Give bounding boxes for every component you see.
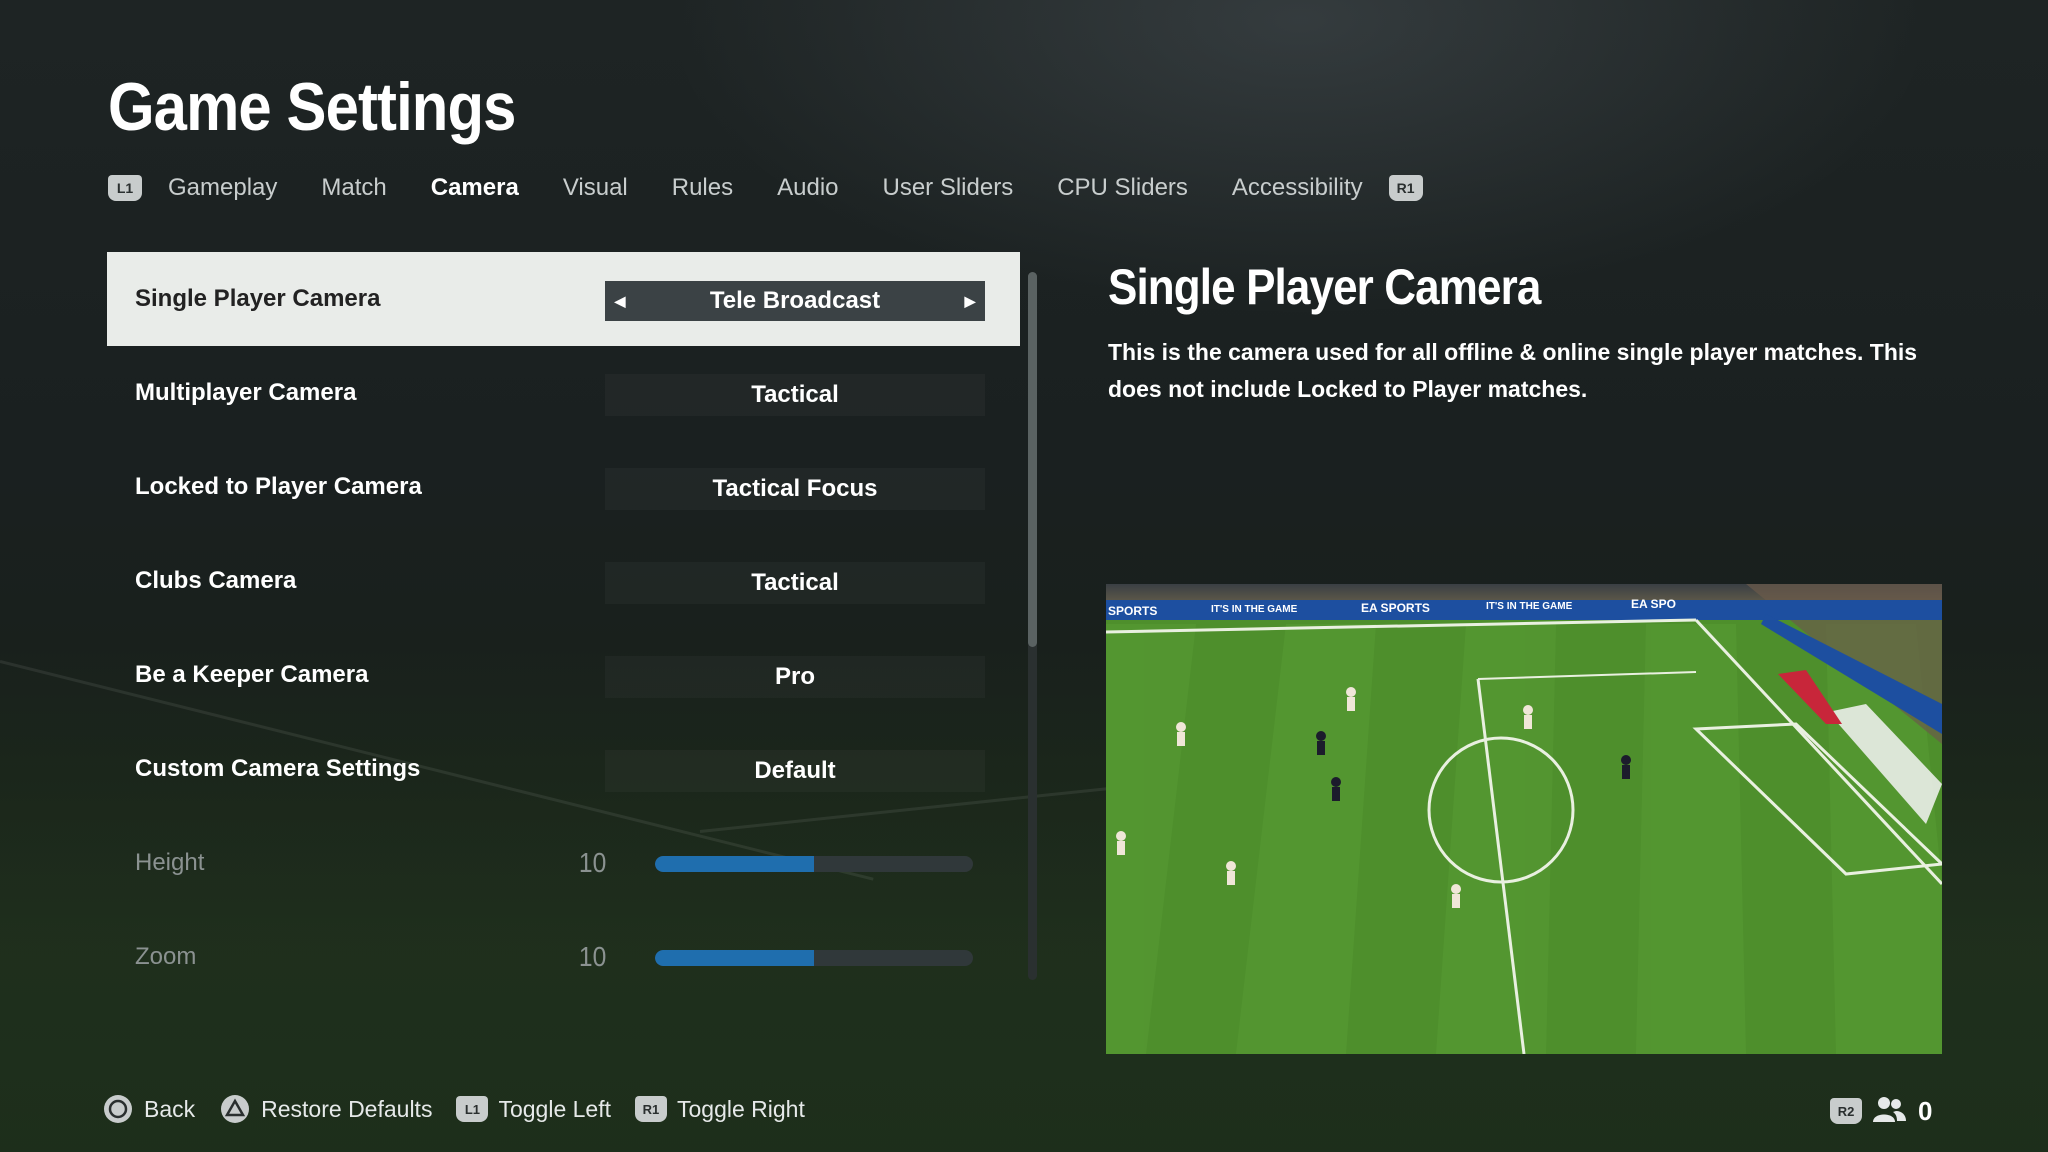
slider-zoom[interactable]: Zoom 10 <box>107 910 1020 1004</box>
tab-rules[interactable]: Rules <box>672 174 733 202</box>
back-button[interactable]: Back <box>102 1093 195 1125</box>
toggle-left-label: Toggle Left <box>498 1095 611 1122</box>
detail-description: This is the camera used for all offline … <box>1108 339 1918 402</box>
restore-defaults-label: Restore Defaults <box>261 1095 433 1122</box>
r2-button-icon[interactable]: R2 <box>1830 1098 1862 1124</box>
setting-label: Clubs Camera <box>135 567 297 594</box>
toggle-right-label: Toggle Right <box>676 1095 805 1122</box>
tab-gameplay[interactable]: Gameplay <box>168 174 277 202</box>
tab-accessibility[interactable]: Accessibility <box>1232 174 1363 202</box>
tab-cpu-sliders[interactable]: CPU Sliders <box>1057 174 1188 202</box>
setting-label: Multiplayer Camera <box>135 379 357 406</box>
r1-button-icon: R1 <box>634 1096 667 1122</box>
setting-label: Locked to Player Camera <box>135 473 422 500</box>
setting-be-a-keeper-camera[interactable]: Be a Keeper Camera Pro <box>107 628 1020 722</box>
restore-defaults-button[interactable]: Restore Defaults <box>219 1093 432 1125</box>
setting-label: Custom Camera Settings <box>135 755 421 782</box>
arrow-left-icon[interactable]: ◀ <box>605 281 635 321</box>
setting-value[interactable]: Tactical Focus <box>605 468 985 510</box>
slider-value: 10 <box>578 847 607 878</box>
setting-value[interactable]: Tactical <box>605 562 985 604</box>
triangle-button-icon <box>219 1093 251 1125</box>
circle-button-icon <box>102 1093 134 1125</box>
toggle-left-button[interactable]: L1 Toggle Left <box>456 1096 611 1123</box>
l1-bumper-icon[interactable]: L1 <box>108 175 142 201</box>
setting-value[interactable]: Pro <box>605 656 985 698</box>
setting-value-selector[interactable]: ◀ Tele Broadcast ▶ <box>605 281 985 321</box>
slider-track[interactable] <box>655 950 973 966</box>
setting-multiplayer-camera[interactable]: Multiplayer Camera Tactical <box>107 346 1020 440</box>
setting-value[interactable]: Tactical <box>605 374 985 416</box>
adboard-text: EA SPO <box>1631 597 1676 611</box>
setting-value: Tele Broadcast <box>709 287 881 314</box>
slider-label: Zoom <box>135 943 197 970</box>
adboard-text: SPORTS <box>1108 604 1157 618</box>
player-count: 0 <box>1918 1095 1933 1126</box>
slider-track[interactable] <box>655 856 973 872</box>
tab-audio[interactable]: Audio <box>777 174 838 202</box>
scrollbar[interactable] <box>1028 272 1037 980</box>
adboard-text: IT'S IN THE GAME <box>1486 601 1573 612</box>
player-count-indicator: R2 0 <box>1830 1092 1932 1130</box>
scrollbar-thumb[interactable] <box>1028 272 1037 648</box>
setting-single-player-camera[interactable]: Single Player Camera ◀ Tele Broadcast ▶ <box>107 252 1020 346</box>
tab-visual[interactable]: Visual <box>563 174 628 202</box>
tab-user-sliders[interactable]: User Sliders <box>883 174 1014 202</box>
page-title: Game Settings <box>108 69 516 145</box>
setting-label: Be a Keeper Camera <box>135 661 369 688</box>
slider-height[interactable]: Height 10 <box>107 816 1020 910</box>
toggle-right-button[interactable]: R1 Toggle Right <box>634 1095 805 1123</box>
adboard-text: EA SPORTS <box>1361 601 1430 615</box>
tab-camera[interactable]: Camera <box>431 174 519 202</box>
camera-preview-image: SPORTS IT'S IN THE GAME EA SPORTS IT'S I… <box>1106 584 1942 1054</box>
setting-clubs-camera[interactable]: Clubs Camera Tactical <box>107 534 1020 628</box>
setting-value[interactable]: Default <box>605 750 985 792</box>
slider-label: Height <box>135 849 205 876</box>
settings-list: Single Player Camera ◀ Tele Broadcast ▶ … <box>107 252 1020 1004</box>
slider-fill <box>655 856 814 872</box>
players-icon <box>1872 1095 1906 1128</box>
setting-locked-to-player-camera[interactable]: Locked to Player Camera Tactical Focus <box>107 440 1020 534</box>
footer-controls: Back Restore Defaults L1 Toggle Left R1 … <box>102 1090 829 1128</box>
detail-title: Single Player Camera <box>1108 259 1541 315</box>
slider-value: 10 <box>578 941 607 972</box>
arrow-right-icon[interactable]: ▶ <box>955 281 985 321</box>
r1-bumper-icon[interactable]: R1 <box>1388 175 1423 201</box>
adboard-text: IT'S IN THE GAME <box>1211 604 1298 615</box>
tab-bar: L1 Gameplay Match Camera Visual Rules Au… <box>108 168 1423 208</box>
l1-button-icon: L1 <box>456 1096 489 1122</box>
back-label: Back <box>144 1095 196 1122</box>
tab-match[interactable]: Match <box>321 174 386 202</box>
setting-custom-camera-settings[interactable]: Custom Camera Settings Default <box>107 722 1020 816</box>
slider-fill <box>655 950 814 966</box>
setting-label: Single Player Camera <box>135 285 381 312</box>
